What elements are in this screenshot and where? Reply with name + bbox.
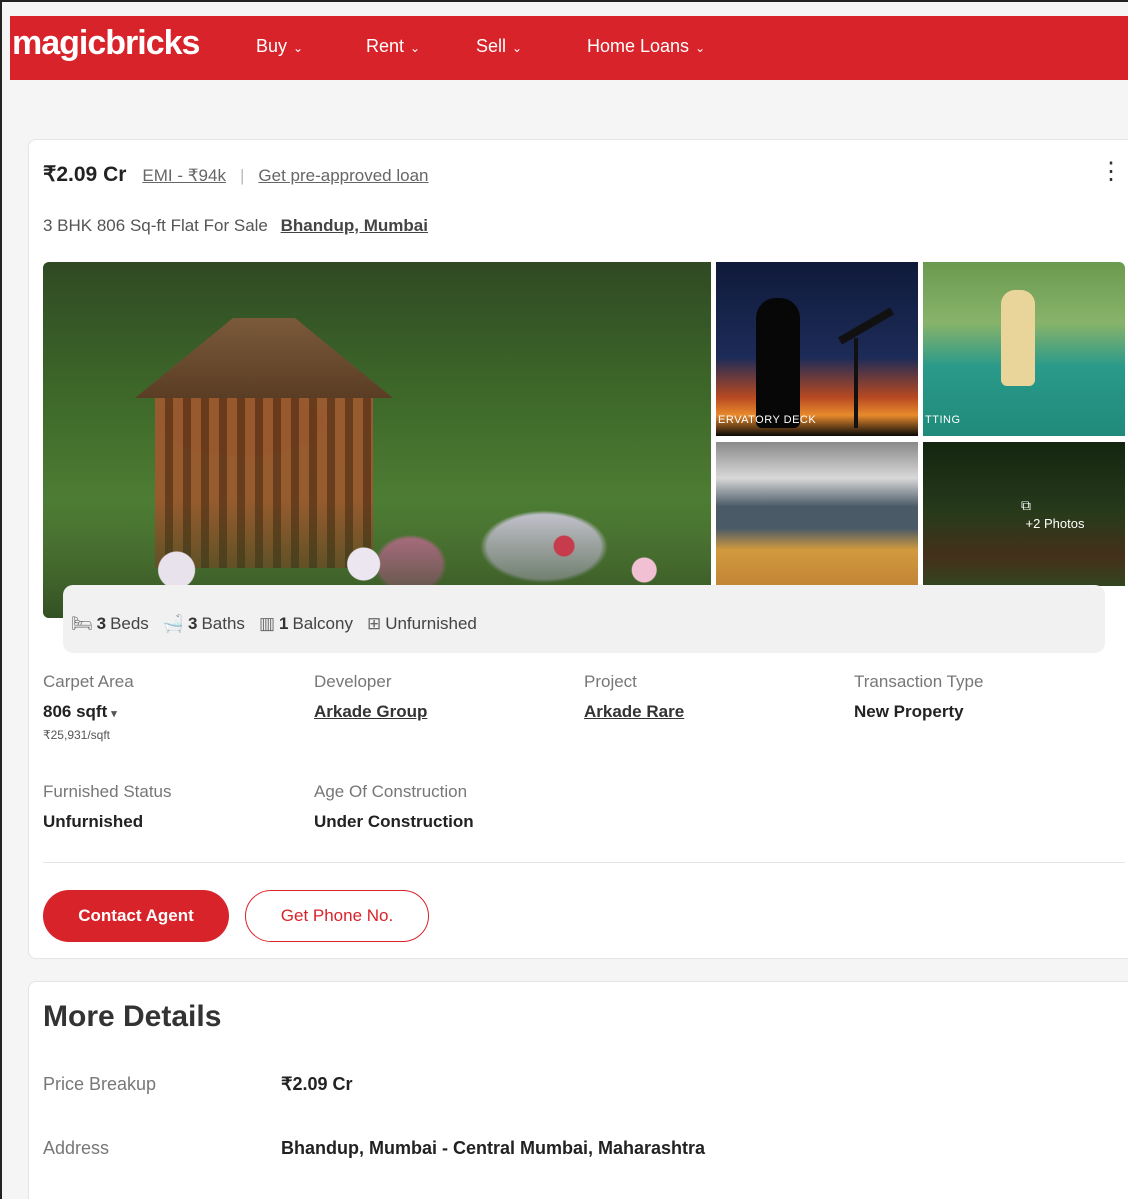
telescope-tube (838, 307, 894, 345)
spec-value: New Property (854, 702, 964, 721)
chevron-down-icon: ⌄ (512, 40, 523, 55)
baths-count: 3 (187, 614, 198, 633)
amenities-strip: 🛏 3 Beds 🛁 3 Baths ▥ 1 Balcony ⊞ Unfurni… (63, 585, 1105, 653)
spec-furnished-status: Furnished Status Unfurnished (43, 782, 172, 832)
chevron-down-icon: ⌄ (695, 40, 706, 55)
balcony-count: 1 (279, 614, 289, 633)
page-frame: magicbricks Buy ⌄ Rent ⌄ Sell ⌄ Home Loa… (0, 0, 1128, 1199)
spec-transaction-type: Transaction Type New Property (854, 672, 983, 722)
nav-buy[interactable]: Buy ⌄ (256, 36, 303, 57)
amenity-beds: 🛏 3 Beds (71, 614, 149, 634)
furnishing-label: Unfurnished (385, 614, 477, 633)
beds-label: Beds (110, 614, 149, 633)
more-photos-overlay: ⧉ +2 Photos (923, 442, 1125, 586)
spec-label: Furnished Status (43, 782, 172, 801)
person-silhouette (756, 298, 800, 428)
beds-count: 3 (96, 614, 107, 633)
price-row: ₹2.09 Cr EMI - ₹94k | Get pre-approved l… (43, 162, 429, 187)
spec-value: Under Construction (314, 812, 474, 831)
thumbnail-caption: ERVATORY DECK (718, 414, 817, 426)
nav-home-loans[interactable]: Home Loans ⌄ (587, 36, 705, 57)
nav-sell-label: Sell (476, 36, 507, 56)
caret-down-icon: ▾ (111, 708, 117, 720)
top-navbar: magicbricks Buy ⌄ Rent ⌄ Sell ⌄ Home Loa… (10, 16, 1128, 80)
price-per-sqft: ₹25,931/sqft (43, 728, 111, 742)
separator: | (239, 166, 245, 185)
balcony-icon: ▥ (258, 614, 275, 633)
project-link[interactable]: Arkade Rare (584, 702, 684, 722)
get-phone-button[interactable]: Get Phone No. (245, 890, 429, 942)
thumbnail-putting[interactable]: TTING (923, 262, 1125, 436)
bath-icon: 🛁 (162, 614, 184, 633)
chevron-down-icon: ⌄ (410, 40, 421, 55)
spec-value[interactable]: 806 sqft ▾ (43, 702, 134, 722)
chevron-down-icon: ⌄ (293, 40, 304, 55)
spec-developer: Developer Arkade Group (314, 672, 427, 722)
developer-link[interactable]: Arkade Group (314, 702, 427, 722)
carpet-area-value: 806 sqft (43, 702, 108, 721)
detail-key: Address (43, 1138, 110, 1158)
listing-subtitle: 3 BHK 806 Sq-ft Flat For Sale Bhandup, M… (43, 216, 428, 236)
spec-label: Age Of Construction (314, 782, 468, 801)
gazebo-image-roof (135, 318, 393, 398)
detail-row-address: Address Bhandup, Mumbai - Central Mumbai… (43, 1138, 705, 1159)
detail-key: Price Breakup (43, 1074, 157, 1094)
photo-gallery: ERVATORY DECK TTING ⧉ +2 Photos (43, 262, 1125, 618)
listing-card: ₹2.09 Cr EMI - ₹94k | Get pre-approved l… (28, 139, 1128, 959)
emi-link[interactable]: EMI - ₹94k (142, 166, 226, 186)
spec-carpet-area: Carpet Area 806 sqft ▾ ₹25,931/sqft (43, 672, 134, 742)
gallery-icon: ⧉ (1021, 497, 1031, 513)
more-photos-count: +2 Photos (1025, 516, 1085, 531)
spec-project: Project Arkade Rare (584, 672, 684, 722)
spec-label: Project (584, 672, 637, 691)
divider (43, 862, 1125, 863)
price: ₹2.09 Cr (43, 163, 127, 186)
nav-sell[interactable]: Sell ⌄ (476, 36, 522, 57)
preapproved-loan-link[interactable]: Get pre-approved loan (258, 166, 428, 186)
thumbnail-caption: TTING (925, 414, 961, 426)
nav-home-loans-label: Home Loans (587, 36, 690, 56)
spec-value: Unfurnished (43, 812, 144, 831)
child-figure (1001, 290, 1035, 386)
more-details-section: More Details Price Breakup ₹2.09 Cr Addr… (28, 981, 1128, 1199)
baths-label: Baths (201, 614, 245, 633)
nav-rent-label: Rent (366, 36, 405, 56)
spec-age-of-construction: Age Of Construction Under Construction (314, 782, 474, 832)
main-photo[interactable] (43, 262, 711, 618)
furnishing-icon: ⊞ (366, 614, 382, 633)
amenity-furnishing: ⊞ Unfurnished (367, 614, 477, 634)
bed-icon: 🛏 (71, 614, 93, 633)
magicbricks-logo[interactable]: magicbricks (12, 24, 200, 63)
thumbnail-more-photos[interactable]: ⧉ +2 Photos (923, 442, 1125, 586)
detail-value: Bhandup, Mumbai - Central Mumbai, Mahara… (281, 1138, 706, 1158)
spec-label: Carpet Area (43, 672, 134, 691)
listing-title: 3 BHK 806 Sq-ft Flat For Sale (43, 216, 268, 235)
more-options-icon[interactable]: ⋮ (1099, 160, 1123, 184)
thumbnail-indoor-court[interactable] (716, 442, 918, 586)
detail-value: ₹2.09 Cr (281, 1074, 353, 1094)
nav-buy-label: Buy (256, 36, 288, 56)
thumbnail-observatory-deck[interactable]: ERVATORY DECK (716, 262, 918, 436)
section-title: More Details (43, 1000, 222, 1033)
contact-agent-button[interactable]: Contact Agent (43, 890, 229, 942)
amenity-balcony: ▥ 1 Balcony (259, 614, 353, 634)
balcony-label: Balcony (292, 614, 353, 633)
nav-rent[interactable]: Rent ⌄ (366, 36, 420, 57)
amenity-baths: 🛁 3 Baths (163, 614, 245, 634)
spec-label: Developer (314, 672, 392, 691)
spec-label: Transaction Type (854, 672, 984, 691)
location-link[interactable]: Bhandup, Mumbai (281, 216, 428, 235)
detail-row-price: Price Breakup ₹2.09 Cr (43, 1074, 353, 1095)
telescope-tripod (854, 338, 858, 428)
